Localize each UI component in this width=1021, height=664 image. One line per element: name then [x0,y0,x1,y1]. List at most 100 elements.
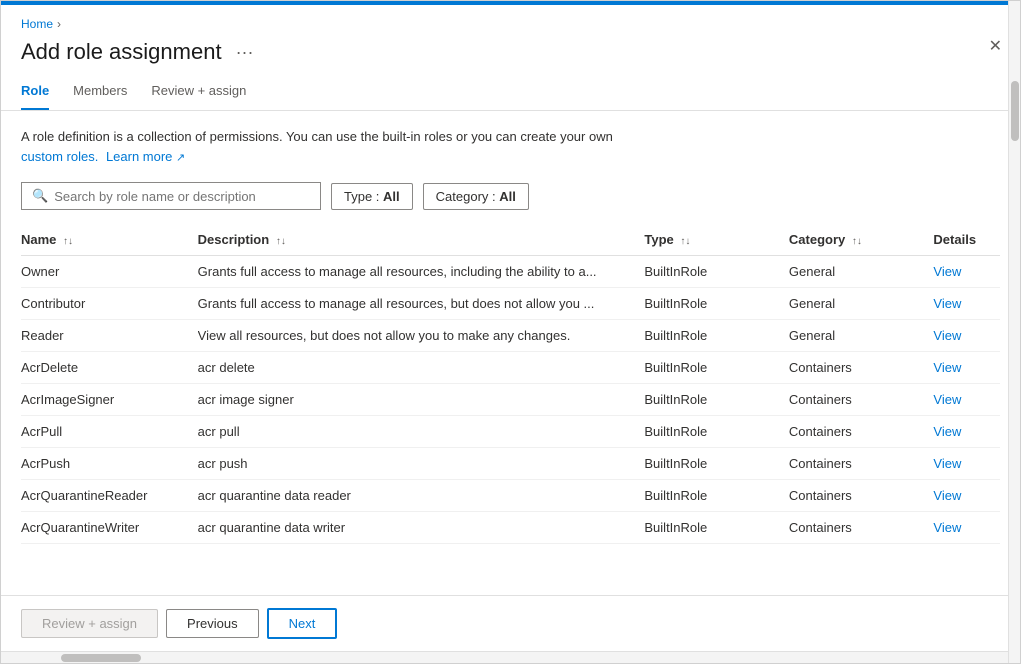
cell-category-4: Containers [789,384,934,416]
type-label: Type : [344,189,379,204]
cell-category-3: Containers [789,352,934,384]
page-title: Add role assignment [21,39,222,65]
cell-name-4: AcrImageSigner [21,384,198,416]
previous-button[interactable]: Previous [166,609,259,638]
search-box: 🔍 [21,182,321,210]
cell-category-1: General [789,288,934,320]
ellipsis-button[interactable]: ··· [232,42,258,63]
tab-bar: Role Members Review + assign [1,75,1020,111]
cell-desc-0: Grants full access to manage all resourc… [198,256,645,288]
add-role-assignment-window: Home › Add role assignment ··· ✕ Role Me… [0,0,1021,664]
next-button[interactable]: Next [267,608,338,639]
sort-icon-description: ↑↓ [276,236,286,247]
roles-table: Name ↑↓ Description ↑↓ Type ↑↓ Category … [21,224,1000,544]
col-header-name[interactable]: Name ↑↓ [21,224,198,256]
cell-desc-5: acr pull [198,416,645,448]
cell-desc-3: acr delete [198,352,645,384]
horizontal-scrollbar[interactable] [1,651,1020,663]
tab-members[interactable]: Members [73,75,127,110]
breadcrumb-separator: › [57,17,61,31]
table-row[interactable]: AcrImageSigner acr image signer BuiltInR… [21,384,1000,416]
table-row[interactable]: AcrQuarantineWriter acr quarantine data … [21,512,1000,544]
sort-icon-category: ↑↓ [852,236,862,247]
cell-details-1[interactable]: View [933,288,1000,320]
table-row[interactable]: Reader View all resources, but does not … [21,320,1000,352]
cell-type-5: BuiltInRole [644,416,789,448]
cell-type-0: BuiltInRole [644,256,789,288]
info-paragraph: A role definition is a collection of per… [21,127,1000,166]
col-header-category[interactable]: Category ↑↓ [789,224,934,256]
close-button[interactable]: ✕ [989,39,1002,55]
breadcrumb-home[interactable]: Home [21,17,53,31]
breadcrumb: Home › [1,5,1020,35]
horizontal-scroll-thumb[interactable] [61,654,141,662]
cell-category-2: General [789,320,934,352]
table-row[interactable]: AcrPush acr push BuiltInRole Containers … [21,448,1000,480]
cell-details-2[interactable]: View [933,320,1000,352]
sort-icon-name: ↑↓ [63,236,73,247]
category-filter-button[interactable]: Category : All [423,183,529,210]
type-filter-button[interactable]: Type : All [331,183,413,210]
cell-desc-2: View all resources, but does not allow y… [198,320,645,352]
col-header-type[interactable]: Type ↑↓ [644,224,789,256]
cell-type-4: BuiltInRole [644,384,789,416]
info-text-1: A role definition is a collection of per… [21,129,613,144]
cell-category-8: Containers [789,512,934,544]
cell-name-2: Reader [21,320,198,352]
review-assign-button[interactable]: Review + assign [21,609,158,638]
table-row[interactable]: Owner Grants full access to manage all r… [21,256,1000,288]
cell-type-1: BuiltInRole [644,288,789,320]
footer-actions: Review + assign Previous Next [1,595,1020,651]
cell-name-1: Contributor [21,288,198,320]
page-header: Add role assignment ··· ✕ [1,35,1020,75]
cell-type-2: BuiltInRole [644,320,789,352]
cell-desc-4: acr image signer [198,384,645,416]
cell-category-0: General [789,256,934,288]
cell-type-7: BuiltInRole [644,480,789,512]
cell-details-5[interactable]: View [933,416,1000,448]
sort-icon-type: ↑↓ [680,236,690,247]
search-input[interactable] [54,189,310,204]
cell-details-6[interactable]: View [933,448,1000,480]
search-icon: 🔍 [32,188,48,204]
cell-desc-7: acr quarantine data reader [198,480,645,512]
table-row[interactable]: AcrQuarantineReader acr quarantine data … [21,480,1000,512]
cell-desc-8: acr quarantine data writer [198,512,645,544]
col-header-description[interactable]: Description ↑↓ [198,224,645,256]
tab-role[interactable]: Role [21,75,49,110]
cell-name-8: AcrQuarantineWriter [21,512,198,544]
cell-category-5: Containers [789,416,934,448]
cell-type-6: BuiltInRole [644,448,789,480]
custom-roles-link[interactable]: custom roles. [21,149,98,164]
cell-name-0: Owner [21,256,198,288]
table-row[interactable]: AcrPull acr pull BuiltInRole Containers … [21,416,1000,448]
cell-details-4[interactable]: View [933,384,1000,416]
table-row[interactable]: AcrDelete acr delete BuiltInRole Contain… [21,352,1000,384]
learn-more-link[interactable]: Learn more ↗ [106,149,185,164]
table-row[interactable]: Contributor Grants full access to manage… [21,288,1000,320]
cell-category-7: Containers [789,480,934,512]
table-body: Owner Grants full access to manage all r… [21,256,1000,544]
cell-category-6: Containers [789,448,934,480]
cell-details-8[interactable]: View [933,512,1000,544]
table-toolbar: 🔍 Type : All Category : All [21,182,1000,210]
main-content: A role definition is a collection of per… [1,111,1020,595]
cell-details-3[interactable]: View [933,352,1000,384]
cell-desc-6: acr push [198,448,645,480]
vertical-scrollbar[interactable] [1008,1,1020,663]
cell-name-7: AcrQuarantineReader [21,480,198,512]
cell-type-3: BuiltInRole [644,352,789,384]
table-header: Name ↑↓ Description ↑↓ Type ↑↓ Category … [21,224,1000,256]
cell-name-5: AcrPull [21,416,198,448]
cell-name-3: AcrDelete [21,352,198,384]
cell-details-7[interactable]: View [933,480,1000,512]
cell-details-0[interactable]: View [933,256,1000,288]
cell-type-8: BuiltInRole [644,512,789,544]
col-header-details: Details [933,224,1000,256]
cell-desc-1: Grants full access to manage all resourc… [198,288,645,320]
tab-review-assign[interactable]: Review + assign [151,75,246,110]
category-value: All [499,189,516,204]
vertical-scroll-thumb[interactable] [1011,81,1019,141]
cell-name-6: AcrPush [21,448,198,480]
category-label: Category : [436,189,496,204]
